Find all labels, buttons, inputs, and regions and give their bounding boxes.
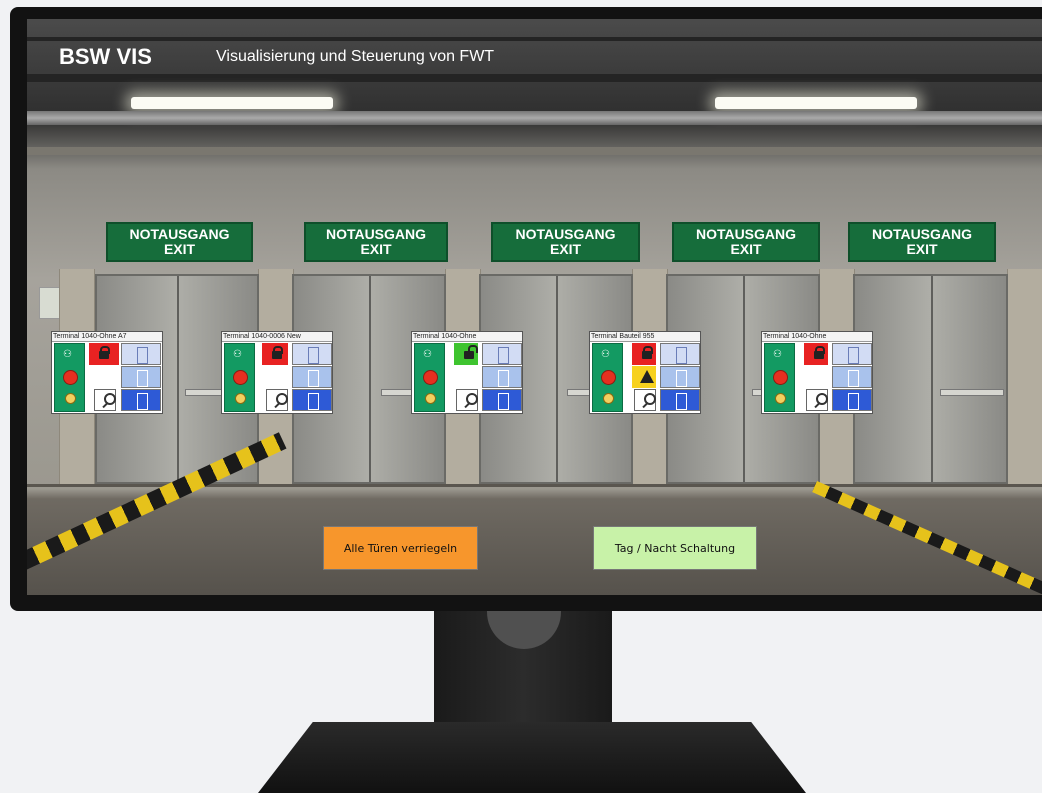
exit-sign-line1: NOTAUSGANG: [325, 226, 427, 242]
exit-sign-line2: EXIT: [549, 241, 582, 257]
app-title: BSW VIS: [59, 44, 152, 69]
terminal-panel[interactable]: Terminal Bauteil 955 ⚇: [589, 331, 701, 414]
lock-open-icon[interactable]: [454, 343, 478, 365]
app-screen: NOTAUSGANG EXIT NOTAUSGANG EXIT NOTAUSGA…: [27, 19, 1042, 595]
monitor-frame: NOTAUSGANG EXIT NOTAUSGANG EXIT NOTAUSGA…: [10, 7, 1042, 611]
escape-route-icon: ⚇: [233, 349, 242, 360]
escape-route-icon: ⚇: [423, 349, 432, 360]
search-icon[interactable]: [806, 389, 828, 411]
door-status-icon: [832, 366, 872, 388]
app-subtitle: Visualisierung und Steuerung von FWT: [216, 48, 495, 65]
door-status-icon: [660, 366, 700, 388]
terminal-panel[interactable]: Terminal 1040-Ohne A7 ⚇: [51, 331, 163, 414]
fire-door: [853, 274, 1008, 484]
exit-sign-line2: EXIT: [163, 241, 196, 257]
lock-all-doors-button[interactable]: Alle Türen verriegeln: [323, 526, 478, 570]
escape-route-icon: ⚇: [773, 349, 782, 360]
emergency-button-icon[interactable]: [773, 370, 788, 385]
escape-route-icon: ⚇: [601, 349, 610, 360]
day-night-toggle-button[interactable]: Tag / Nacht Schaltung: [593, 526, 757, 570]
door-status-icon: [292, 343, 332, 365]
wall-strip: [27, 147, 1042, 155]
door-status-icon: [292, 389, 332, 411]
ceiling-beam: [27, 74, 1042, 82]
terminal-control-strip[interactable]: ⚇: [764, 343, 795, 412]
door-status-icon: [121, 343, 161, 365]
ceiling-beam: [27, 37, 1042, 41]
door-handle: [940, 389, 1004, 396]
exit-sign-line1: NOTAUSGANG: [129, 226, 230, 242]
terminal-title: Terminal 1040-Ohne: [412, 332, 522, 342]
exit-sign: NOTAUSGANG EXIT: [848, 222, 996, 262]
escape-route-icon: ⚇: [63, 349, 72, 360]
exit-sign: NOTAUSGANG EXIT: [106, 222, 253, 262]
door-status-icon: [660, 343, 700, 365]
ceiling-pipe: [27, 111, 1042, 125]
key-switch-icon[interactable]: [425, 393, 436, 404]
terminal-control-strip[interactable]: ⚇: [54, 343, 85, 412]
door-status-icon: [121, 366, 161, 388]
exit-sign-line1: NOTAUSGANG: [695, 226, 797, 242]
terminal-panel[interactable]: Terminal 1040-0006 New ⚇: [221, 331, 333, 414]
terminal-title: Terminal Bauteil 955: [590, 332, 700, 342]
search-icon[interactable]: [94, 389, 116, 411]
ceiling-lamp: [715, 97, 917, 109]
lock-closed-icon[interactable]: [632, 343, 656, 365]
ceiling-lamp: [131, 97, 333, 109]
warning-icon[interactable]: [632, 366, 656, 388]
door-status-icon: [832, 389, 872, 411]
exit-sign: NOTAUSGANG EXIT: [491, 222, 640, 262]
emergency-button-icon[interactable]: [63, 370, 78, 385]
emergency-button-icon[interactable]: [601, 370, 616, 385]
terminal-control-strip[interactable]: ⚇: [592, 343, 623, 412]
door-status-icon: [482, 343, 522, 365]
exit-sign-line2: EXIT: [360, 241, 392, 257]
lock-closed-icon[interactable]: [89, 343, 119, 365]
pillar: [1007, 269, 1042, 484]
key-switch-icon[interactable]: [775, 393, 786, 404]
terminal-control-strip[interactable]: ⚇: [414, 343, 445, 412]
door-status-icon: [292, 366, 332, 388]
door-status-icon: [482, 366, 522, 388]
exit-sign: NOTAUSGANG EXIT: [304, 222, 448, 262]
emergency-button-icon[interactable]: [423, 370, 438, 385]
terminal-panel[interactable]: Terminal 1040-Ohne ⚇: [761, 331, 873, 414]
lock-closed-icon[interactable]: [804, 343, 828, 365]
monitor-stand-base: [258, 722, 806, 793]
search-icon[interactable]: [266, 389, 288, 411]
emergency-button-icon[interactable]: [233, 370, 248, 385]
exit-sign-line2: EXIT: [730, 241, 762, 257]
terminal-control-strip[interactable]: ⚇: [224, 343, 255, 412]
exit-sign-line1: NOTAUSGANG: [871, 226, 973, 242]
door-status-icon: [832, 343, 872, 365]
terminal-title: Terminal 1040-Ohne A7: [52, 332, 162, 342]
lock-closed-icon[interactable]: [262, 343, 288, 365]
exit-sign-line1: NOTAUSGANG: [515, 226, 616, 242]
door-status-icon: [660, 389, 700, 411]
terminal-title: Terminal 1040-Ohne: [762, 332, 872, 342]
search-icon[interactable]: [456, 389, 478, 411]
key-switch-icon[interactable]: [65, 393, 76, 404]
search-icon[interactable]: [634, 389, 656, 411]
door-status-icon: [482, 389, 522, 411]
terminal-title: Terminal 1040-0006 New: [222, 332, 332, 342]
door-status-icon: [121, 389, 161, 411]
key-switch-icon[interactable]: [235, 393, 246, 404]
floor-hazard-stripe: [812, 481, 1042, 595]
exit-sign-line2: EXIT: [906, 241, 938, 257]
exit-sign: NOTAUSGANG EXIT: [672, 222, 820, 262]
terminal-panel[interactable]: Terminal 1040-Ohne ⚇: [411, 331, 523, 414]
key-switch-icon[interactable]: [603, 393, 614, 404]
